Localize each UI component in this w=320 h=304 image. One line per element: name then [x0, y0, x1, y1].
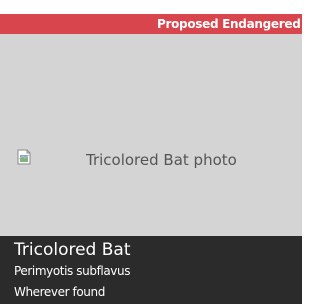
- status-banner: Proposed Endangered: [0, 14, 302, 34]
- status-label: Proposed Endangered: [157, 17, 301, 31]
- species-info: Tricolored Bat Perimyotis subflavus Wher…: [0, 236, 302, 304]
- scientific-name: Perimyotis subflavus: [14, 264, 131, 278]
- species-photo[interactable]: Tricolored Bat photo: [0, 34, 302, 236]
- species-card[interactable]: Proposed Endangered Tricolored Bat photo…: [0, 0, 302, 304]
- photo-alt-text: Tricolored Bat photo: [86, 151, 237, 169]
- range-text: Wherever found: [14, 285, 105, 299]
- common-name[interactable]: Tricolored Bat: [14, 240, 131, 260]
- broken-image-icon: [17, 149, 33, 165]
